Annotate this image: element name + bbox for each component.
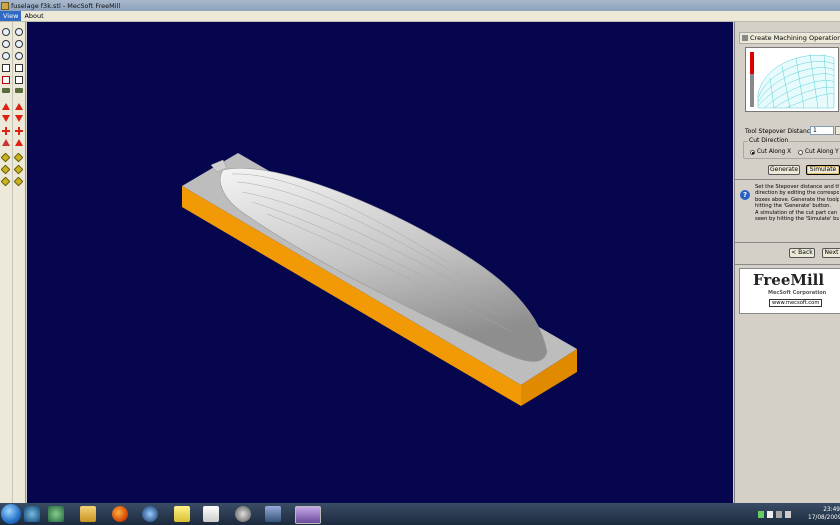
- zoom-out-icon[interactable]: [2, 40, 10, 48]
- cut-direction-label: Cut Direction: [748, 137, 790, 144]
- stepover-label: Tool Stepover Distance:: [745, 128, 816, 135]
- menu-bar: View About: [0, 11, 840, 22]
- 3d-viewport[interactable]: [27, 22, 733, 503]
- tray-icon[interactable]: [785, 510, 791, 518]
- view-box-icon[interactable]: [15, 64, 23, 72]
- menu-about[interactable]: About: [21, 11, 46, 21]
- clock-date: 17/08/2009: [808, 515, 840, 521]
- notepad-icon[interactable]: [203, 506, 219, 522]
- clock[interactable]: 23:49 17/08/2009: [808, 506, 840, 522]
- logo-brand: FreeMill: [753, 271, 825, 289]
- shade-icon[interactable]: [0, 164, 11, 175]
- view-box-icon[interactable]: [15, 76, 23, 84]
- generate-button[interactable]: Generate: [768, 165, 800, 175]
- shade-icon[interactable]: [13, 152, 24, 163]
- help-text: Set the Stepover distance and the C dire…: [755, 184, 839, 223]
- media-player-icon[interactable]: [142, 506, 158, 522]
- rotate-icon[interactable]: [2, 139, 10, 146]
- zoom-window-icon[interactable]: [2, 52, 10, 60]
- stock-view-icon[interactable]: [2, 88, 10, 93]
- start-button[interactable]: [1, 504, 21, 524]
- stepover-input[interactable]: 1: [810, 126, 834, 135]
- zoom-in-icon[interactable]: [15, 28, 23, 36]
- file-explorer-icon[interactable]: [80, 506, 96, 522]
- cut-along-y-label[interactable]: Cut Along Y: [805, 149, 839, 155]
- freemill-icon[interactable]: [295, 506, 321, 524]
- menu-view[interactable]: View: [0, 11, 22, 21]
- arrow-down-icon[interactable]: [2, 115, 10, 122]
- sticky-notes-icon[interactable]: [174, 506, 190, 522]
- panel-header-label: Create Machining Operation...: [750, 34, 840, 42]
- panel-header: Create Machining Operation...: [739, 32, 840, 44]
- cut-direction-group: Cut Direction Cut Along X Cut Along Y: [743, 137, 840, 159]
- window-title: fuselage f3k.stl - MecSoft FreeMill: [11, 1, 121, 10]
- next-button[interactable]: Next >: [822, 248, 840, 258]
- logo-company: MecSoft Corporation: [768, 290, 827, 296]
- windows-live-icon[interactable]: [24, 506, 40, 522]
- tool-preview: [745, 47, 839, 112]
- stepover-spinner[interactable]: [835, 126, 840, 135]
- volume-icon[interactable]: [776, 510, 782, 518]
- freemill-logo: FreeMill MecSoft Corporation www.mecsoft…: [739, 268, 840, 314]
- shade-icon[interactable]: [13, 176, 24, 187]
- app-icon: [1, 1, 9, 10]
- flag-icon[interactable]: [767, 510, 773, 518]
- cut-along-x-label[interactable]: Cut Along X: [757, 149, 791, 155]
- cut-along-y-radio[interactable]: [798, 150, 803, 155]
- pan-icon[interactable]: [2, 127, 10, 135]
- info-icon: ?: [740, 190, 750, 200]
- pan-icon[interactable]: [15, 127, 23, 135]
- network-icon[interactable]: [758, 510, 764, 518]
- taskbar: 23:49 17/08/2009: [0, 503, 840, 525]
- remote-desktop-icon[interactable]: [265, 506, 281, 522]
- back-button[interactable]: < Back: [789, 248, 815, 258]
- fuselage-part: [219, 167, 548, 362]
- arrow-up-icon[interactable]: [2, 103, 10, 110]
- window-titlebar: fuselage f3k.stl - MecSoft FreeMill: [0, 0, 840, 11]
- simulate-button[interactable]: Simulate: [806, 165, 840, 175]
- view-box-icon[interactable]: [2, 64, 10, 72]
- cnc-app-icon[interactable]: [235, 506, 251, 522]
- separator: [735, 242, 840, 243]
- clock-time: 23:49: [823, 507, 840, 513]
- zoom-out-icon[interactable]: [15, 40, 23, 48]
- people-icon[interactable]: [48, 506, 64, 522]
- view-box-red-icon[interactable]: [2, 76, 10, 84]
- shade-icon[interactable]: [13, 164, 24, 175]
- logo-url-link[interactable]: www.mecsoft.com: [769, 299, 823, 307]
- pin-icon[interactable]: [742, 35, 748, 41]
- system-tray: [758, 508, 791, 520]
- shade-icon[interactable]: [0, 176, 11, 187]
- cut-along-x-radio[interactable]: [750, 150, 755, 155]
- shade-icon[interactable]: [0, 152, 11, 163]
- view-toolbar-right: [13, 22, 26, 503]
- view-toolbar-left: [0, 22, 13, 503]
- firefox-icon[interactable]: [112, 506, 128, 522]
- rotate-icon[interactable]: [15, 139, 23, 146]
- zoom-extents-icon[interactable]: [15, 52, 23, 60]
- stock-view-icon[interactable]: [15, 88, 23, 93]
- arrow-up-icon[interactable]: [15, 103, 23, 110]
- machining-wizard-panel: Create Machining Operation... Tool Stepo…: [734, 22, 840, 503]
- preview-render: [746, 48, 838, 111]
- zoom-in-icon[interactable]: [2, 28, 10, 36]
- arrow-down-icon[interactable]: [15, 115, 23, 122]
- model-render: [182, 153, 577, 406]
- separator: [735, 264, 840, 265]
- separator: [735, 179, 840, 180]
